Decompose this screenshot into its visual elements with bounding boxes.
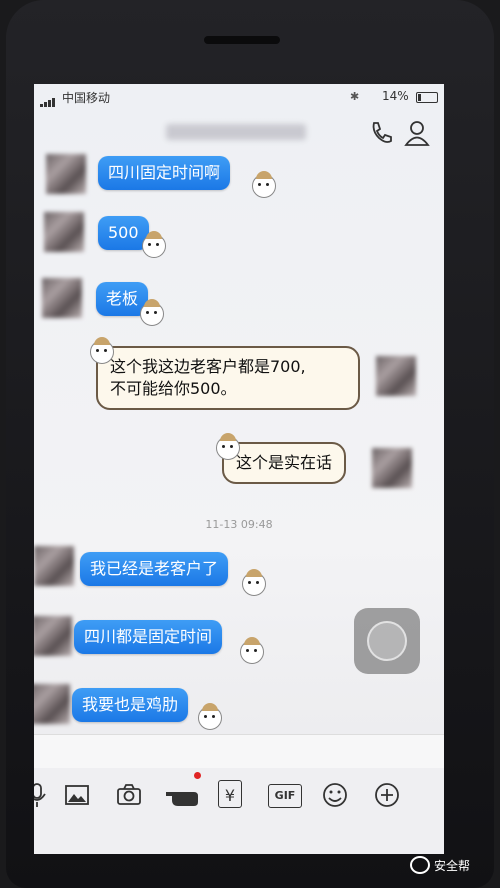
message-bubble-outgoing[interactable]: 这个我这边老客户都是700, 不可能给你500。 (96, 346, 360, 410)
hand-gesture-icon[interactable] (164, 780, 204, 810)
chat-screen: 中国移动 ✱ 14% 四川固定时间啊 500 老板 这个我这边老客户都是700,… (34, 84, 444, 854)
watermark: 安全帮 (410, 856, 470, 874)
earpiece-speaker (204, 36, 280, 44)
assistive-touch-button[interactable] (354, 608, 420, 674)
message-text: 这个是实在话 (236, 453, 333, 472)
message-bubble-outgoing[interactable]: 这个是实在话 (222, 442, 347, 484)
message-bubble[interactable]: 我已经是老客户了 (80, 552, 229, 586)
carrier-name: 中国移动 (62, 91, 111, 105)
sender-avatar[interactable] (42, 278, 82, 318)
message-bubble[interactable]: 四川都是固定时间 (74, 620, 223, 654)
own-avatar[interactable] (372, 448, 412, 488)
sender-avatar[interactable] (46, 154, 86, 194)
watermark-text: 安全帮 (434, 858, 471, 873)
gif-icon[interactable]: GIF (268, 784, 302, 808)
message-line: 不可能给你500。 (110, 379, 237, 398)
image-icon[interactable] (62, 780, 92, 810)
microphone-icon[interactable] (34, 780, 52, 810)
chat-timestamp: 11-13 09:48 (205, 518, 273, 531)
notification-dot (194, 772, 201, 779)
bubble-sticker-icon (216, 433, 240, 460)
bubble-sticker-icon (252, 171, 276, 198)
battery-percent: 14% (382, 89, 409, 103)
wechat-logo-icon (410, 856, 430, 874)
assistive-touch-ring (367, 621, 407, 661)
message-bubble[interactable]: 500 (98, 216, 149, 250)
battery-level (418, 94, 421, 101)
bubble-sticker-icon (240, 637, 264, 664)
camera-icon[interactable] (114, 780, 144, 810)
message-bubble[interactable]: 我要也是鸡肋 (72, 688, 189, 722)
plus-icon[interactable] (372, 780, 402, 810)
own-avatar[interactable] (376, 356, 416, 396)
sender-avatar[interactable] (34, 684, 70, 724)
message-bubble[interactable]: 四川固定时间啊 (98, 156, 231, 190)
message-line: 这个我这边老客户都是700, (110, 357, 306, 376)
message-input[interactable] (34, 734, 444, 769)
bluetooth-icon: ✱ (350, 90, 360, 103)
battery-icon (416, 92, 438, 103)
bubble-sticker-icon (198, 703, 222, 730)
status-bar: 中国移动 ✱ 14% (34, 84, 444, 110)
bubble-sticker-icon (90, 337, 114, 364)
bubble-sticker-icon (140, 299, 164, 326)
phone-frame: 中国移动 ✱ 14% 四川固定时间啊 500 老板 这个我这边老客户都是700,… (6, 0, 494, 888)
phone-call-icon[interactable] (366, 118, 396, 148)
contact-profile-icon[interactable] (402, 118, 432, 148)
bubble-sticker-icon (242, 569, 266, 596)
sender-avatar[interactable] (34, 546, 74, 586)
contact-name[interactable] (166, 124, 306, 140)
emoji-icon[interactable] (320, 780, 350, 810)
signal-strength-icon (40, 93, 56, 107)
input-toolbar: ¥ GIF (34, 768, 444, 854)
sender-avatar[interactable] (34, 616, 72, 656)
sender-avatar[interactable] (44, 212, 84, 252)
chat-header (34, 110, 444, 154)
red-packet-icon[interactable]: ¥ (218, 780, 242, 808)
bubble-sticker-icon (142, 231, 166, 258)
